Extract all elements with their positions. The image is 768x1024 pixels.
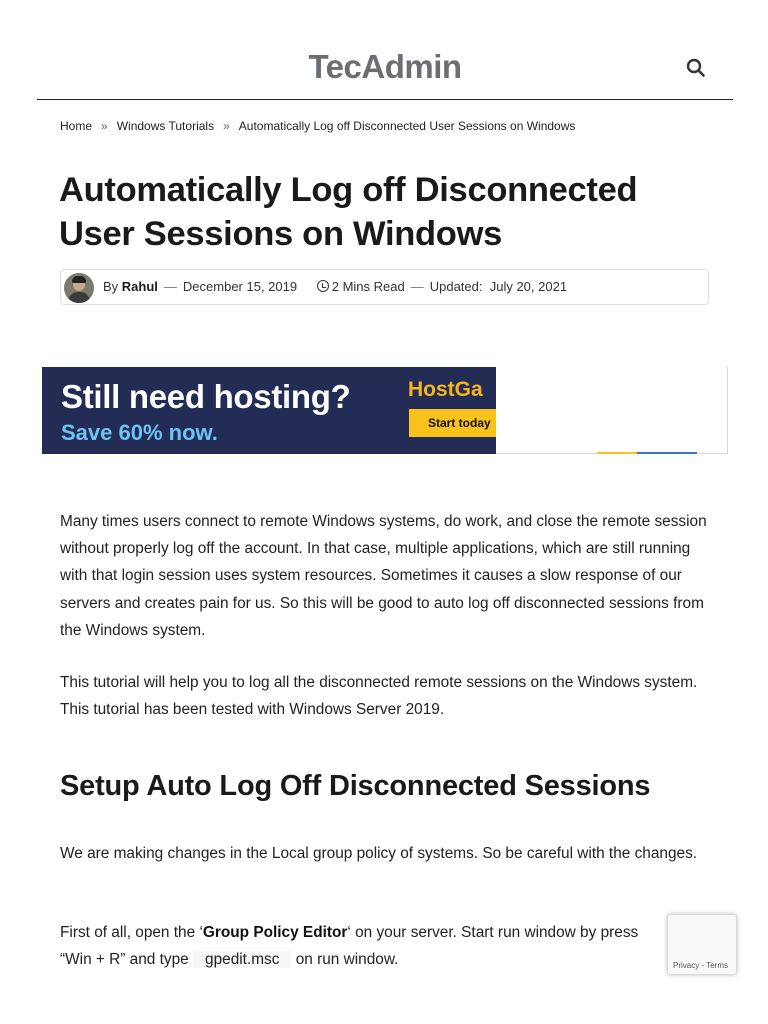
search-button[interactable] <box>685 57 707 79</box>
instruction-line2: “Win + R” and type <box>60 951 194 969</box>
section-heading: Setup Auto Log Off Disconnected Sessions <box>60 770 651 802</box>
publish-date: December 15, 2019 <box>182 279 298 294</box>
breadcrumb-current: Automatically Log off Disconnected User … <box>238 119 576 133</box>
breadcrumb-windows-tutorials[interactable]: Windows Tutorials <box>117 119 214 133</box>
group-policy-editor-text: Group Policy Editor <box>202 924 348 941</box>
meta-dash: — <box>410 279 424 294</box>
updated-label: Updated: <box>429 279 483 294</box>
ad-headline: Still need hosting? <box>61 378 351 415</box>
search-icon <box>686 58 705 77</box>
recaptcha-badge[interactable]: Privacy - Terms <box>667 914 737 975</box>
terms-link[interactable]: Terms <box>706 961 728 970</box>
updated-date: July 20, 2021 <box>489 279 568 294</box>
instruction-paragraph: First of all, open the ‘Group Policy Edi… <box>60 919 680 973</box>
meta-dash: — <box>163 279 177 294</box>
read-time: 2 Mins Read <box>331 279 405 294</box>
privacy-link[interactable]: Privacy <box>673 961 699 970</box>
site-header: TecAdmin <box>37 0 733 100</box>
ad-brand-logo: HostGa <box>408 378 483 401</box>
recaptcha-links: Privacy - Terms <box>673 961 728 970</box>
article-meta: By Rahul — December 15, 2019 2 Mins Read — U… <box>60 269 709 305</box>
author-link[interactable]: Rahul <box>122 279 158 294</box>
clock-icon <box>316 280 329 292</box>
meta-line: By Rahul — December 15, 2019 2 Mins Read — U… <box>103 279 567 294</box>
intro-paragraph: Many times users connect to remote Windo… <box>60 513 707 639</box>
ad-cta-button[interactable]: Start today <box>409 409 496 437</box>
instruction-middle: ‘ on your server. Start run window by pr… <box>347 924 639 941</box>
ad-color-strip <box>597 452 697 454</box>
gpedit-code: gpedit.msc <box>193 951 292 969</box>
breadcrumb-home[interactable]: Home <box>60 119 92 133</box>
instruction-suffix: on run window. <box>291 951 399 969</box>
instruction-prefix: First of all, open the ‘ <box>60 924 203 941</box>
breadcrumb-separator: » <box>223 119 230 133</box>
ad-subline: Save 60% now. <box>61 420 218 445</box>
author-avatar[interactable] <box>64 273 94 303</box>
tutorial-paragraph: This tutorial will help you to log all t… <box>60 674 698 719</box>
by-label: By <box>103 279 119 294</box>
breadcrumb-separator: » <box>101 119 108 133</box>
ad-banner[interactable]: Still need hosting? Save 60% now. HostGa… <box>42 367 496 454</box>
hosting-ad[interactable]: Still need hosting? Save 60% now. HostGa… <box>42 367 728 454</box>
section-paragraph: We are making changes in the Local group… <box>60 845 698 862</box>
breadcrumb: Home » Windows Tutorials » Automatically Log… <box>60 119 575 133</box>
article-title: Automatically Log off Disconnected User … <box>59 171 638 253</box>
site-logo[interactable]: TecAdmin <box>37 48 733 86</box>
